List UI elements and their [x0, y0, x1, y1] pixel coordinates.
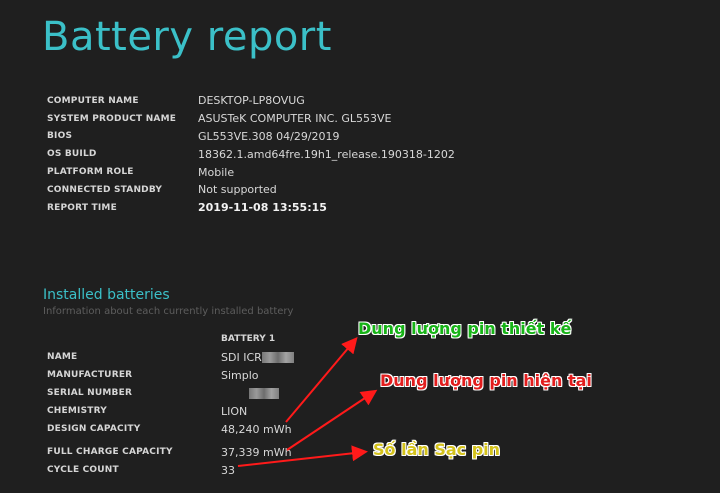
- arrow-cycle-count: [237, 445, 368, 467]
- annotation-current-capacity: Dung lượng pin hiện tại: [380, 371, 592, 390]
- arrow-design-capacity: [285, 336, 358, 423]
- annotation-design-capacity: Dung lượng pin thiết kế: [358, 319, 572, 338]
- annotation-arrows: [237, 336, 378, 467]
- arrow-current-capacity: [286, 389, 378, 451]
- annotation-cycle-count: Số lần Sạc pin: [373, 440, 501, 459]
